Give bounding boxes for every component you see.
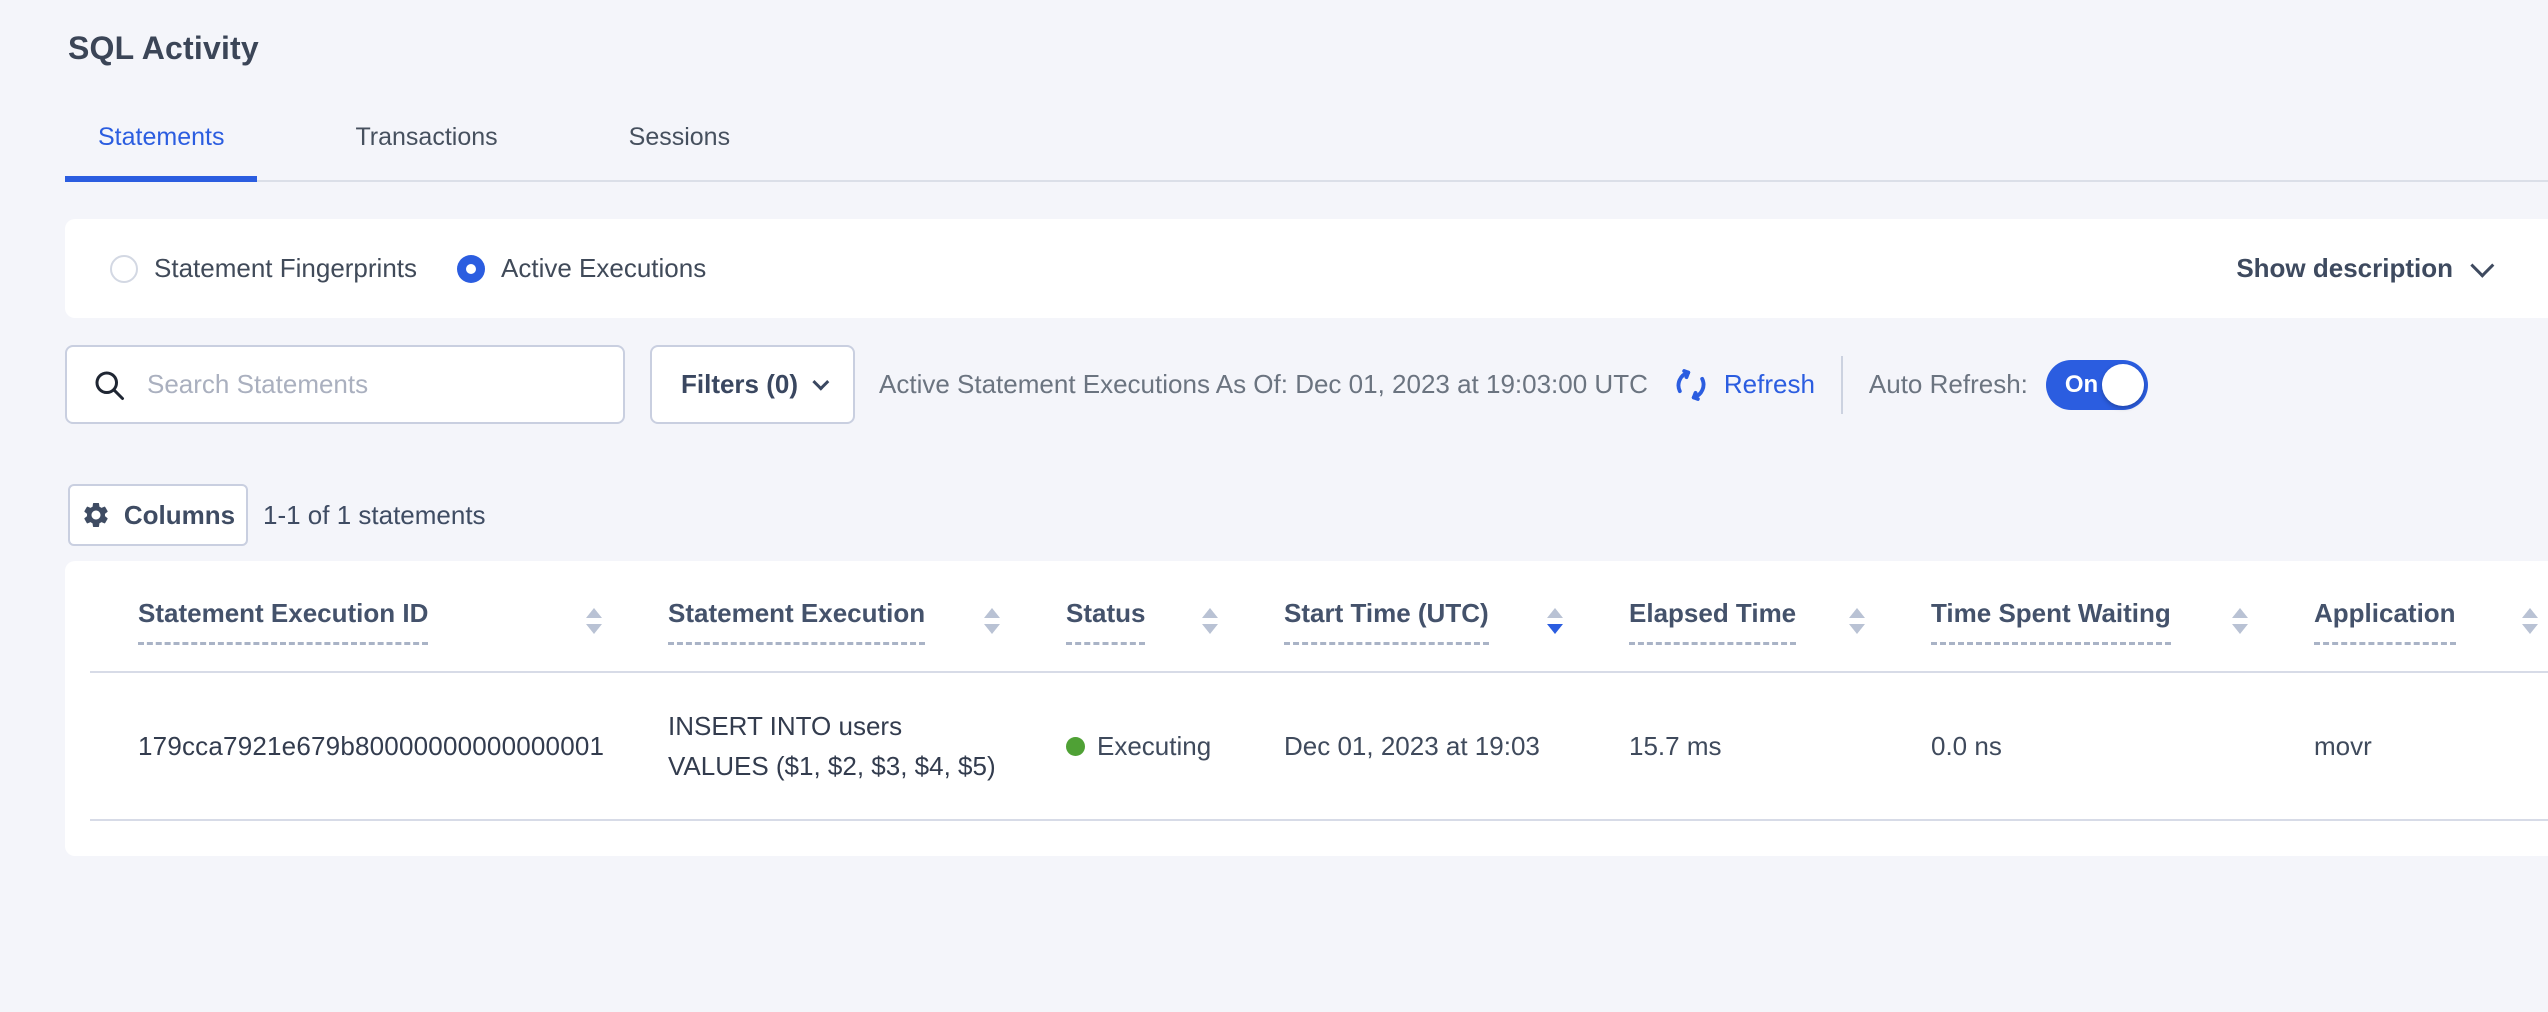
tab-bar: Statements Transactions Sessions — [65, 123, 2548, 182]
refresh-button[interactable]: Refresh — [1670, 364, 1815, 406]
refresh-label: Refresh — [1724, 369, 1815, 400]
filters-button[interactable]: Filters (0) — [650, 345, 855, 424]
toggle-state-label: On — [2065, 371, 2098, 399]
cell-start-time: Dec 01, 2023 at 19:03 — [1284, 731, 1629, 762]
results-count: 1-1 of 1 statements — [263, 500, 486, 531]
show-description-label: Show description — [2236, 253, 2453, 284]
table-header-row: Statement Execution ID Statement Executi… — [90, 561, 2548, 673]
auto-refresh-label: Auto Refresh: — [1869, 369, 2028, 400]
vertical-divider — [1841, 356, 1843, 414]
radio-label: Statement Fingerprints — [154, 253, 417, 284]
columns-label: Columns — [124, 500, 235, 531]
columns-button[interactable]: Columns — [68, 484, 248, 546]
column-header-start-time[interactable]: Start Time (UTC) — [1284, 598, 1629, 645]
chevron-down-icon — [812, 373, 829, 390]
radio-label: Active Executions — [501, 253, 706, 284]
radio-selected-icon[interactable] — [457, 255, 485, 283]
page-title: SQL Activity — [68, 30, 2548, 67]
gear-icon — [81, 500, 111, 530]
sort-icon[interactable] — [984, 608, 1000, 634]
sort-icon[interactable] — [2232, 608, 2248, 634]
refresh-icon — [1670, 364, 1712, 406]
sort-icon[interactable] — [1849, 608, 1865, 634]
sort-icon[interactable] — [1202, 608, 1218, 634]
search-box[interactable] — [65, 345, 625, 424]
tab-sessions[interactable]: Sessions — [596, 123, 763, 182]
column-header-status[interactable]: Status — [1066, 598, 1284, 645]
sort-icon-active-desc[interactable] — [1547, 608, 1563, 634]
as-of-timestamp: Active Statement Executions As Of: Dec 0… — [879, 369, 1648, 400]
tab-statements[interactable]: Statements — [65, 123, 257, 182]
chevron-down-icon — [2470, 254, 2494, 278]
radio-unselected-icon[interactable] — [110, 255, 138, 283]
filters-label: Filters (0) — [681, 369, 798, 400]
status-executing-dot — [1066, 737, 1085, 756]
column-header-elapsed-time[interactable]: Elapsed Time — [1629, 598, 1931, 645]
radio-active-executions[interactable]: Active Executions — [457, 253, 706, 284]
tab-transactions[interactable]: Transactions — [322, 123, 530, 182]
search-input[interactable] — [145, 368, 603, 401]
sort-icon[interactable] — [2522, 608, 2538, 634]
statements-table: Statement Execution ID Statement Executi… — [65, 561, 2548, 856]
column-header-statement-execution[interactable]: Statement Execution — [668, 598, 1066, 645]
cell-statement-execution-id[interactable]: 179cca7921e679b80000000000000001 — [90, 731, 668, 762]
sort-icon[interactable] — [586, 608, 602, 634]
column-header-time-spent-waiting[interactable]: Time Spent Waiting — [1931, 598, 2314, 645]
column-header-application[interactable]: Application — [2314, 598, 2548, 645]
auto-refresh-toggle[interactable]: On — [2046, 360, 2148, 410]
view-toggle-panel: Statement Fingerprints Active Executions… — [65, 219, 2548, 318]
search-icon — [91, 367, 127, 403]
cell-elapsed-time: 15.7 ms — [1629, 731, 1931, 762]
show-description-button[interactable]: Show description — [2236, 253, 2488, 284]
toggle-knob[interactable] — [2102, 364, 2144, 406]
view-radio-group: Statement Fingerprints Active Executions — [110, 253, 706, 284]
controls-row: Filters (0) Active Statement Executions … — [65, 345, 2548, 424]
radio-statement-fingerprints[interactable]: Statement Fingerprints — [110, 253, 417, 284]
column-header-statement-execution-id[interactable]: Statement Execution ID — [90, 598, 668, 645]
status-label: Executing — [1097, 731, 1211, 762]
table-row[interactable]: 179cca7921e679b80000000000000001 INSERT … — [90, 673, 2548, 821]
cell-time-spent-waiting: 0.0 ns — [1931, 731, 2314, 762]
cell-statement-execution[interactable]: INSERT INTO users VALUES ($1, $2, $3, $4… — [668, 706, 1066, 786]
cell-application: movr — [2314, 731, 2548, 762]
cell-status: Executing — [1066, 731, 1284, 762]
table-toolbar: Columns 1-1 of 1 statements — [68, 484, 2548, 546]
